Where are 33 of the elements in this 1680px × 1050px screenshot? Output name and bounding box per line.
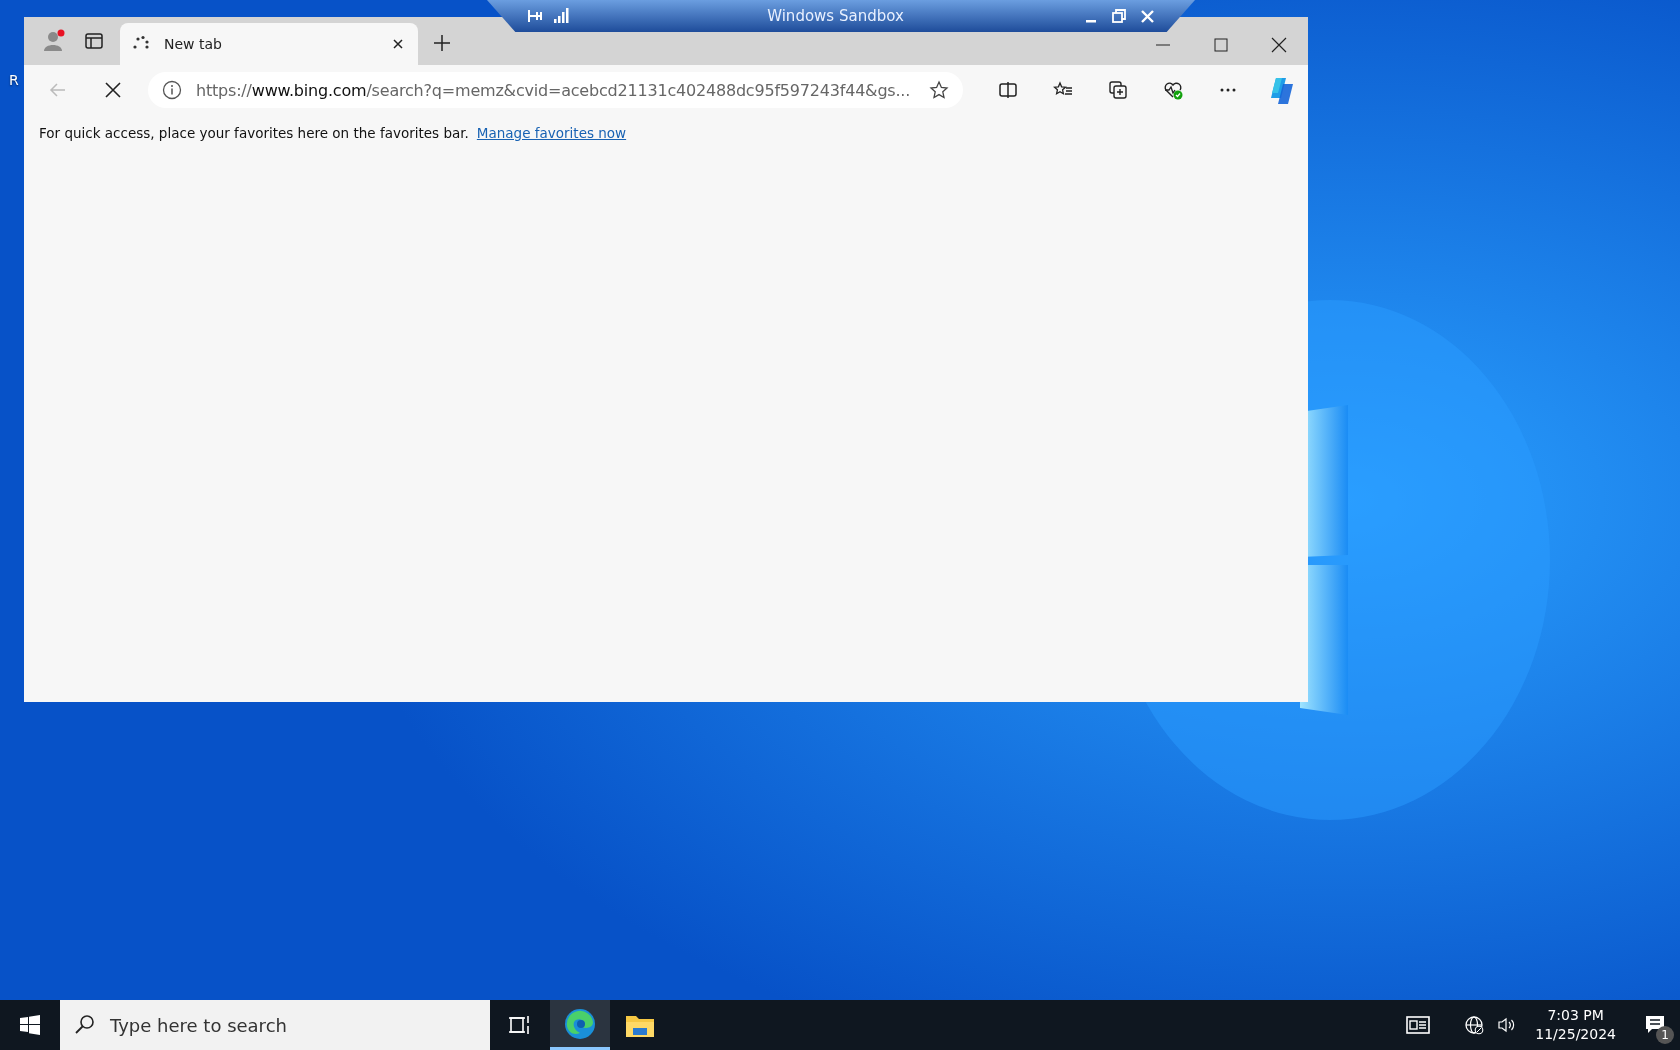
- taskbar-app-button[interactable]: [550, 1000, 610, 1050]
- vertical-tabs-icon[interactable]: [84, 31, 104, 51]
- manage-favorites-link[interactable]: Manage favorites now: [476, 125, 627, 141]
- globe-icon[interactable]: [1464, 1015, 1485, 1035]
- search-field[interactable]: Type here to search: [60, 1000, 490, 1050]
- desktop-icon-label[interactable]: R: [9, 72, 19, 88]
- search-placeholder: Type here to search: [110, 1014, 287, 1036]
- news-icon[interactable]: [1405, 1014, 1432, 1036]
- split-screen-icon[interactable]: [998, 80, 1018, 100]
- collections-icon[interactable]: [1108, 80, 1128, 100]
- browser-icon: [564, 1007, 596, 1040]
- close-icon[interactable]: [1269, 35, 1289, 55]
- clock-time: 7:03 PM: [1546, 1006, 1605, 1025]
- notification-count: 1: [1656, 1026, 1674, 1044]
- browser-tab[interactable]: New tab: [120, 23, 418, 65]
- new-tab-icon[interactable]: [432, 33, 452, 53]
- task-view-icon: [509, 1015, 531, 1035]
- close-icon[interactable]: [1140, 8, 1155, 24]
- sandbox-title: Windows Sandbox: [766, 7, 905, 25]
- stop-loading-icon[interactable]: [103, 80, 123, 100]
- search-icon: [74, 1014, 96, 1036]
- maximize-icon[interactable]: [1211, 35, 1231, 55]
- taskbar-clock[interactable]: 7:03 PM 11/25/2024: [1521, 1006, 1630, 1044]
- favorites-bar-message: For quick access, place your favorites here on the favorites bar.: [39, 125, 469, 141]
- clock-date: 11/25/2024: [1535, 1025, 1616, 1044]
- browser-essentials-icon[interactable]: [1163, 80, 1183, 100]
- windows-start-icon[interactable]: [19, 1014, 41, 1036]
- profile-avatar-icon[interactable]: [42, 29, 66, 53]
- address-bar[interactable]: https://www.bing.com/search?q=memz&cvid=acebcd21131c402488dc95f597243f44&gs...: [148, 72, 963, 108]
- restore-icon[interactable]: [1112, 8, 1126, 24]
- signal-bars-icon: [553, 7, 569, 24]
- favorite-star-icon[interactable]: [929, 80, 949, 100]
- info-icon[interactable]: [162, 80, 182, 100]
